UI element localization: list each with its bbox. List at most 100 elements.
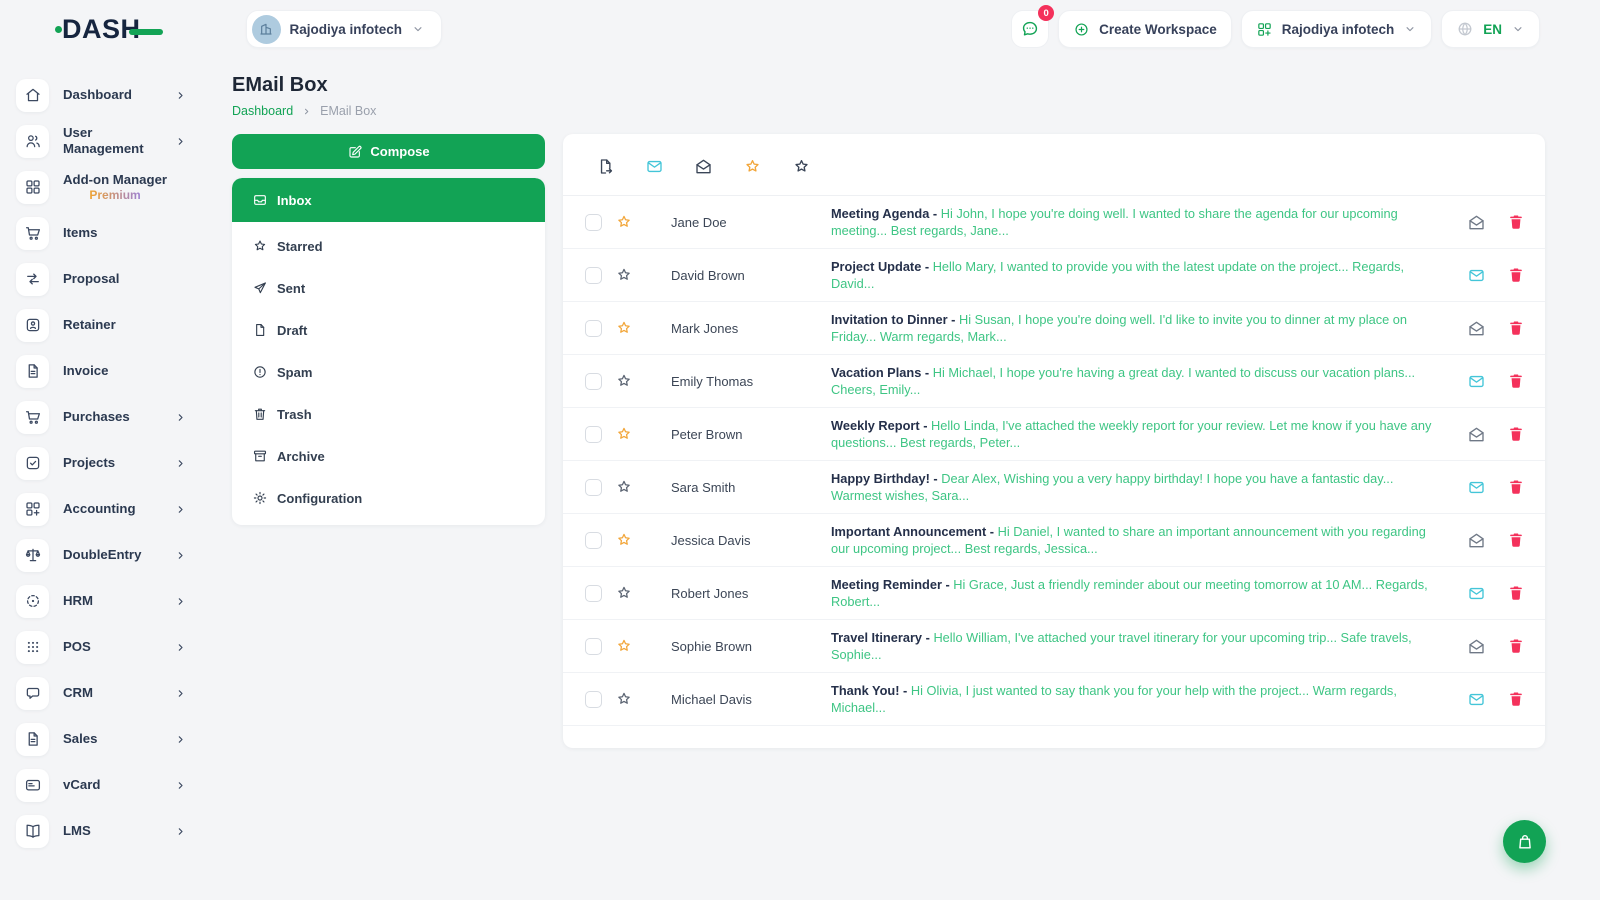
toolbar-star-selected[interactable] <box>743 157 762 176</box>
sidebar-item-proposal[interactable]: Proposal <box>0 256 205 302</box>
sidebar-item-label: User Management <box>63 125 144 156</box>
folder-icon <box>252 448 268 464</box>
delete-icon[interactable] <box>1507 319 1525 337</box>
email-row[interactable]: Michael Davis Thank You! - Hi Olivia, I … <box>563 673 1545 726</box>
star-icon[interactable] <box>615 319 633 337</box>
delete-icon[interactable] <box>1507 266 1525 284</box>
folder-item-starred[interactable]: Starred <box>232 225 545 267</box>
sidebar-item-icon <box>16 446 49 480</box>
sidebar-item-hrm[interactable]: HRM <box>0 578 205 624</box>
create-workspace-button[interactable]: Create Workspace <box>1058 10 1232 48</box>
envelope-icon[interactable] <box>1467 425 1486 444</box>
delete-icon[interactable] <box>1507 372 1525 390</box>
folder-item-archive[interactable]: Archive <box>232 435 545 477</box>
toolbar-mark-unread[interactable] <box>645 157 664 176</box>
sidebar-item-items[interactable]: Items <box>0 210 205 256</box>
workspace-switcher[interactable]: Rajodiya infotech <box>245 10 443 48</box>
sidebar-item-add-on-manager[interactable]: Add-on Manager Premium <box>0 164 205 210</box>
email-checkbox[interactable] <box>585 372 602 390</box>
toolbar-export-emails[interactable] <box>596 157 615 176</box>
star-icon[interactable] <box>615 584 633 602</box>
sidebar-item-accounting[interactable]: Accounting <box>0 486 205 532</box>
envelope-icon[interactable] <box>1467 372 1486 391</box>
email-checkbox[interactable] <box>585 478 602 496</box>
envelope-icon[interactable] <box>1467 319 1486 338</box>
folder-item-draft[interactable]: Draft <box>232 309 545 351</box>
email-checkbox[interactable] <box>585 637 602 655</box>
store-fab-button[interactable] <box>1503 820 1546 863</box>
folder-item-configuration[interactable]: Configuration <box>232 477 545 519</box>
sidebar-item-icon <box>16 492 49 526</box>
sidebar-item-purchases[interactable]: Purchases <box>0 394 205 440</box>
folder-item-inbox[interactable]: Inbox <box>232 178 545 222</box>
workspace-dropdown[interactable]: Rajodiya infotech <box>1240 10 1433 48</box>
email-row[interactable]: Sophie Brown Travel Itinerary - Hello Wi… <box>563 620 1545 673</box>
email-checkbox[interactable] <box>585 690 602 708</box>
envelope-icon[interactable] <box>1467 637 1486 656</box>
folder-icon <box>252 192 268 208</box>
star-icon[interactable] <box>615 690 633 708</box>
email-checkbox[interactable] <box>585 319 602 337</box>
envelope-icon[interactable] <box>1467 213 1486 232</box>
sidebar-item-label: Purchases <box>63 409 130 424</box>
star-icon[interactable] <box>615 531 633 549</box>
sidebar-item-pos[interactable]: POS <box>0 624 205 670</box>
envelope-icon[interactable] <box>1467 531 1486 550</box>
folder-label: Spam <box>277 364 313 380</box>
envelope-icon[interactable] <box>1467 266 1486 285</box>
envelope-icon[interactable] <box>1467 478 1486 497</box>
toolbar-mark-read[interactable] <box>694 157 713 176</box>
sidebar-item-sales[interactable]: Sales <box>0 716 205 762</box>
email-checkbox[interactable] <box>585 531 602 549</box>
star-icon[interactable] <box>615 637 633 655</box>
toolbar-unstar-selected[interactable] <box>792 157 811 176</box>
email-row[interactable]: Robert Jones Meeting Reminder - Hi Grace… <box>563 567 1545 620</box>
delete-icon[interactable] <box>1507 213 1525 231</box>
star-icon[interactable] <box>615 425 633 443</box>
language-code: EN <box>1483 21 1502 37</box>
envelope-icon[interactable] <box>1467 584 1486 603</box>
folder-item-spam[interactable]: Spam <box>232 351 545 393</box>
language-selector[interactable]: EN <box>1441 10 1540 48</box>
folder-item-sent[interactable]: Sent <box>232 267 545 309</box>
brand-logo[interactable]: DASH <box>55 14 163 45</box>
sidebar-item-projects[interactable]: Projects <box>0 440 205 486</box>
compose-button[interactable]: Compose <box>232 134 545 169</box>
email-row[interactable]: Jessica Davis Important Announcement - H… <box>563 514 1545 567</box>
sidebar-item-dashboard[interactable]: Dashboard <box>0 72 205 118</box>
sidebar-item-invoice[interactable]: Invoice <box>0 348 205 394</box>
delete-icon[interactable] <box>1507 425 1525 443</box>
email-row[interactable]: Jane Doe Meeting Agenda - Hi John, I hop… <box>563 196 1545 249</box>
email-checkbox[interactable] <box>585 425 602 443</box>
email-row[interactable]: Emily Thomas Vacation Plans - Hi Michael… <box>563 355 1545 408</box>
sidebar-item-label: Add-on Manager <box>63 172 168 187</box>
sidebar-item-user-management[interactable]: User Management <box>0 118 205 164</box>
sidebar-item-retainer[interactable]: Retainer <box>0 302 205 348</box>
breadcrumb-dashboard-link[interactable]: Dashboard <box>232 104 293 118</box>
delete-icon[interactable] <box>1507 584 1525 602</box>
star-icon[interactable] <box>615 478 633 496</box>
delete-icon[interactable] <box>1507 478 1525 496</box>
delete-icon[interactable] <box>1507 637 1525 655</box>
folder-item-trash[interactable]: Trash <box>232 393 545 435</box>
messages-button[interactable]: 0 <box>1011 5 1055 48</box>
sidebar-item-vcard[interactable]: vCard <box>0 762 205 808</box>
email-checkbox[interactable] <box>585 266 602 284</box>
delete-icon[interactable] <box>1507 690 1525 708</box>
star-icon[interactable] <box>615 266 633 284</box>
chevron-down-icon <box>411 22 425 36</box>
email-row[interactable]: Mark Jones Invitation to Dinner - Hi Sus… <box>563 302 1545 355</box>
sidebar-item-lms[interactable]: LMS <box>0 808 205 854</box>
sidebar-item-crm[interactable]: CRM <box>0 670 205 716</box>
email-checkbox[interactable] <box>585 213 602 231</box>
sidebar-item-doubleentry[interactable]: DoubleEntry <box>0 532 205 578</box>
email-row[interactable]: David Brown Project Update - Hello Mary,… <box>563 249 1545 302</box>
delete-icon[interactable] <box>1507 531 1525 549</box>
email-checkbox[interactable] <box>585 584 602 602</box>
star-icon[interactable] <box>615 213 633 231</box>
email-row[interactable]: Sara Smith Happy Birthday! - Dear Alex, … <box>563 461 1545 514</box>
envelope-icon[interactable] <box>1467 690 1486 709</box>
star-icon[interactable] <box>615 372 633 390</box>
email-sender: Peter Brown <box>671 426 743 442</box>
email-row[interactable]: Peter Brown Weekly Report - Hello Linda,… <box>563 408 1545 461</box>
